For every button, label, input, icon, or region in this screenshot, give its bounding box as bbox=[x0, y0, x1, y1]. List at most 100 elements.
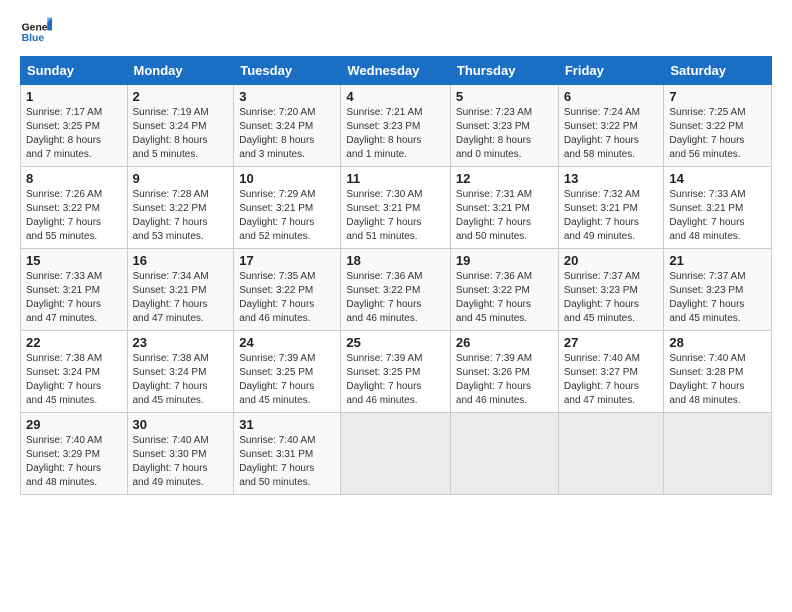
day-number: 7 bbox=[669, 89, 766, 104]
day-info: Sunrise: 7:33 AM Sunset: 3:21 PM Dayligh… bbox=[26, 270, 122, 326]
day-number: 29 bbox=[26, 417, 122, 432]
calendar-cell: 7 Sunrise: 7:25 AM Sunset: 3:22 PM Daylig… bbox=[664, 85, 772, 167]
day-number: 20 bbox=[564, 253, 659, 268]
day-header-wednesday: Wednesday bbox=[341, 57, 451, 85]
day-info: Sunrise: 7:35 AM Sunset: 3:22 PM Dayligh… bbox=[239, 270, 335, 326]
calendar-cell: 21 Sunrise: 7:37 AM Sunset: 3:23 PM Dayli… bbox=[664, 249, 772, 331]
day-info: Sunrise: 7:29 AM Sunset: 3:21 PM Dayligh… bbox=[239, 188, 335, 244]
calendar-cell: 14 Sunrise: 7:33 AM Sunset: 3:21 PM Dayli… bbox=[664, 167, 772, 249]
day-number: 16 bbox=[133, 253, 229, 268]
day-number: 18 bbox=[346, 253, 445, 268]
day-info: Sunrise: 7:37 AM Sunset: 3:23 PM Dayligh… bbox=[564, 270, 659, 326]
calendar-cell: 30 Sunrise: 7:40 AM Sunset: 3:30 PM Dayli… bbox=[127, 413, 234, 495]
calendar-cell: 1 Sunrise: 7:17 AM Sunset: 3:25 PM Daylig… bbox=[21, 85, 128, 167]
day-info: Sunrise: 7:40 AM Sunset: 3:30 PM Dayligh… bbox=[133, 434, 229, 490]
calendar-cell bbox=[664, 413, 772, 495]
day-number: 24 bbox=[239, 335, 335, 350]
calendar-cell: 5Sunrise: 7:23 AM Sunset: 3:23 PM Daylig… bbox=[450, 85, 558, 167]
calendar-cell: 11 Sunrise: 7:30 AM Sunset: 3:21 PM Dayli… bbox=[341, 167, 451, 249]
calendar-cell bbox=[341, 413, 451, 495]
day-header-monday: Monday bbox=[127, 57, 234, 85]
calendar-cell bbox=[450, 413, 558, 495]
day-info: Sunrise: 7:30 AM Sunset: 3:21 PM Dayligh… bbox=[346, 188, 445, 244]
day-info: Sunrise: 7:36 AM Sunset: 3:22 PM Dayligh… bbox=[346, 270, 445, 326]
day-number: 5 bbox=[456, 89, 553, 104]
calendar-cell: 26Sunrise: 7:39 AM Sunset: 3:26 PM Dayli… bbox=[450, 331, 558, 413]
calendar-week-4: 22 Sunrise: 7:38 AM Sunset: 3:24 PM Dayli… bbox=[21, 331, 772, 413]
calendar-cell: 27Sunrise: 7:40 AM Sunset: 3:27 PM Dayli… bbox=[558, 331, 664, 413]
day-number: 4 bbox=[346, 89, 445, 104]
calendar-cell: 19Sunrise: 7:36 AM Sunset: 3:22 PM Dayli… bbox=[450, 249, 558, 331]
calendar-cell bbox=[558, 413, 664, 495]
calendar-cell: 18 Sunrise: 7:36 AM Sunset: 3:22 PM Dayli… bbox=[341, 249, 451, 331]
day-number: 30 bbox=[133, 417, 229, 432]
day-number: 10 bbox=[239, 171, 335, 186]
calendar-cell: 3Sunrise: 7:20 AM Sunset: 3:24 PM Daylig… bbox=[234, 85, 341, 167]
day-number: 14 bbox=[669, 171, 766, 186]
day-info: Sunrise: 7:34 AM Sunset: 3:21 PM Dayligh… bbox=[133, 270, 229, 326]
calendar-cell: 16 Sunrise: 7:34 AM Sunset: 3:21 PM Dayli… bbox=[127, 249, 234, 331]
calendar-cell: 4 Sunrise: 7:21 AM Sunset: 3:23 PM Daylig… bbox=[341, 85, 451, 167]
calendar-table: SundayMondayTuesdayWednesdayThursdayFrid… bbox=[20, 56, 772, 495]
calendar-cell: 8 Sunrise: 7:26 AM Sunset: 3:22 PM Daylig… bbox=[21, 167, 128, 249]
calendar-header-row: SundayMondayTuesdayWednesdayThursdayFrid… bbox=[21, 57, 772, 85]
day-info: Sunrise: 7:40 AM Sunset: 3:27 PM Dayligh… bbox=[564, 352, 659, 408]
day-info: Sunrise: 7:37 AM Sunset: 3:23 PM Dayligh… bbox=[669, 270, 766, 326]
logo-icon: General Blue bbox=[20, 16, 52, 48]
day-number: 9 bbox=[133, 171, 229, 186]
day-info: Sunrise: 7:36 AM Sunset: 3:22 PM Dayligh… bbox=[456, 270, 553, 326]
day-info: Sunrise: 7:19 AM Sunset: 3:24 PM Dayligh… bbox=[133, 106, 229, 162]
day-number: 15 bbox=[26, 253, 122, 268]
calendar-week-3: 15 Sunrise: 7:33 AM Sunset: 3:21 PM Dayli… bbox=[21, 249, 772, 331]
svg-text:Blue: Blue bbox=[22, 33, 45, 44]
day-info: Sunrise: 7:21 AM Sunset: 3:23 PM Dayligh… bbox=[346, 106, 445, 162]
logo: General Blue bbox=[20, 16, 52, 48]
day-number: 22 bbox=[26, 335, 122, 350]
day-info: Sunrise: 7:40 AM Sunset: 3:28 PM Dayligh… bbox=[669, 352, 766, 408]
day-info: Sunrise: 7:38 AM Sunset: 3:24 PM Dayligh… bbox=[26, 352, 122, 408]
day-header-sunday: Sunday bbox=[21, 57, 128, 85]
day-number: 6 bbox=[564, 89, 659, 104]
day-number: 23 bbox=[133, 335, 229, 350]
day-info: Sunrise: 7:32 AM Sunset: 3:21 PM Dayligh… bbox=[564, 188, 659, 244]
calendar-week-5: 29 Sunrise: 7:40 AM Sunset: 3:29 PM Dayli… bbox=[21, 413, 772, 495]
day-number: 11 bbox=[346, 171, 445, 186]
header: General Blue bbox=[20, 16, 772, 48]
day-number: 13 bbox=[564, 171, 659, 186]
calendar-cell: 31Sunrise: 7:40 AM Sunset: 3:31 PM Dayli… bbox=[234, 413, 341, 495]
day-info: Sunrise: 7:20 AM Sunset: 3:24 PM Dayligh… bbox=[239, 106, 335, 162]
day-header-tuesday: Tuesday bbox=[234, 57, 341, 85]
day-number: 12 bbox=[456, 171, 553, 186]
day-info: Sunrise: 7:28 AM Sunset: 3:22 PM Dayligh… bbox=[133, 188, 229, 244]
day-number: 31 bbox=[239, 417, 335, 432]
day-number: 17 bbox=[239, 253, 335, 268]
calendar-cell: 6Sunrise: 7:24 AM Sunset: 3:22 PM Daylig… bbox=[558, 85, 664, 167]
day-info: Sunrise: 7:33 AM Sunset: 3:21 PM Dayligh… bbox=[669, 188, 766, 244]
page: General Blue SundayMondayTuesdayWednesda… bbox=[0, 0, 792, 612]
day-number: 21 bbox=[669, 253, 766, 268]
day-info: Sunrise: 7:39 AM Sunset: 3:25 PM Dayligh… bbox=[346, 352, 445, 408]
calendar-cell: 23 Sunrise: 7:38 AM Sunset: 3:24 PM Dayli… bbox=[127, 331, 234, 413]
calendar-cell: 10 Sunrise: 7:29 AM Sunset: 3:21 PM Dayli… bbox=[234, 167, 341, 249]
calendar-cell: 22 Sunrise: 7:38 AM Sunset: 3:24 PM Dayli… bbox=[21, 331, 128, 413]
day-number: 1 bbox=[26, 89, 122, 104]
calendar-cell: 15 Sunrise: 7:33 AM Sunset: 3:21 PM Dayli… bbox=[21, 249, 128, 331]
calendar-cell: 29 Sunrise: 7:40 AM Sunset: 3:29 PM Dayli… bbox=[21, 413, 128, 495]
calendar-cell: 17 Sunrise: 7:35 AM Sunset: 3:22 PM Dayli… bbox=[234, 249, 341, 331]
calendar-cell: 20 Sunrise: 7:37 AM Sunset: 3:23 PM Dayli… bbox=[558, 249, 664, 331]
calendar-cell: 25Sunrise: 7:39 AM Sunset: 3:25 PM Dayli… bbox=[341, 331, 451, 413]
day-info: Sunrise: 7:40 AM Sunset: 3:29 PM Dayligh… bbox=[26, 434, 122, 490]
day-info: Sunrise: 7:26 AM Sunset: 3:22 PM Dayligh… bbox=[26, 188, 122, 244]
day-info: Sunrise: 7:31 AM Sunset: 3:21 PM Dayligh… bbox=[456, 188, 553, 244]
calendar-cell: 9 Sunrise: 7:28 AM Sunset: 3:22 PM Daylig… bbox=[127, 167, 234, 249]
calendar-week-1: 1 Sunrise: 7:17 AM Sunset: 3:25 PM Daylig… bbox=[21, 85, 772, 167]
day-info: Sunrise: 7:39 AM Sunset: 3:25 PM Dayligh… bbox=[239, 352, 335, 408]
calendar-cell: 24 Sunrise: 7:39 AM Sunset: 3:25 PM Dayli… bbox=[234, 331, 341, 413]
day-info: Sunrise: 7:17 AM Sunset: 3:25 PM Dayligh… bbox=[26, 106, 122, 162]
day-info: Sunrise: 7:39 AM Sunset: 3:26 PM Dayligh… bbox=[456, 352, 553, 408]
day-number: 8 bbox=[26, 171, 122, 186]
day-info: Sunrise: 7:38 AM Sunset: 3:24 PM Dayligh… bbox=[133, 352, 229, 408]
day-header-friday: Friday bbox=[558, 57, 664, 85]
day-info: Sunrise: 7:25 AM Sunset: 3:22 PM Dayligh… bbox=[669, 106, 766, 162]
calendar-cell: 28Sunrise: 7:40 AM Sunset: 3:28 PM Dayli… bbox=[664, 331, 772, 413]
